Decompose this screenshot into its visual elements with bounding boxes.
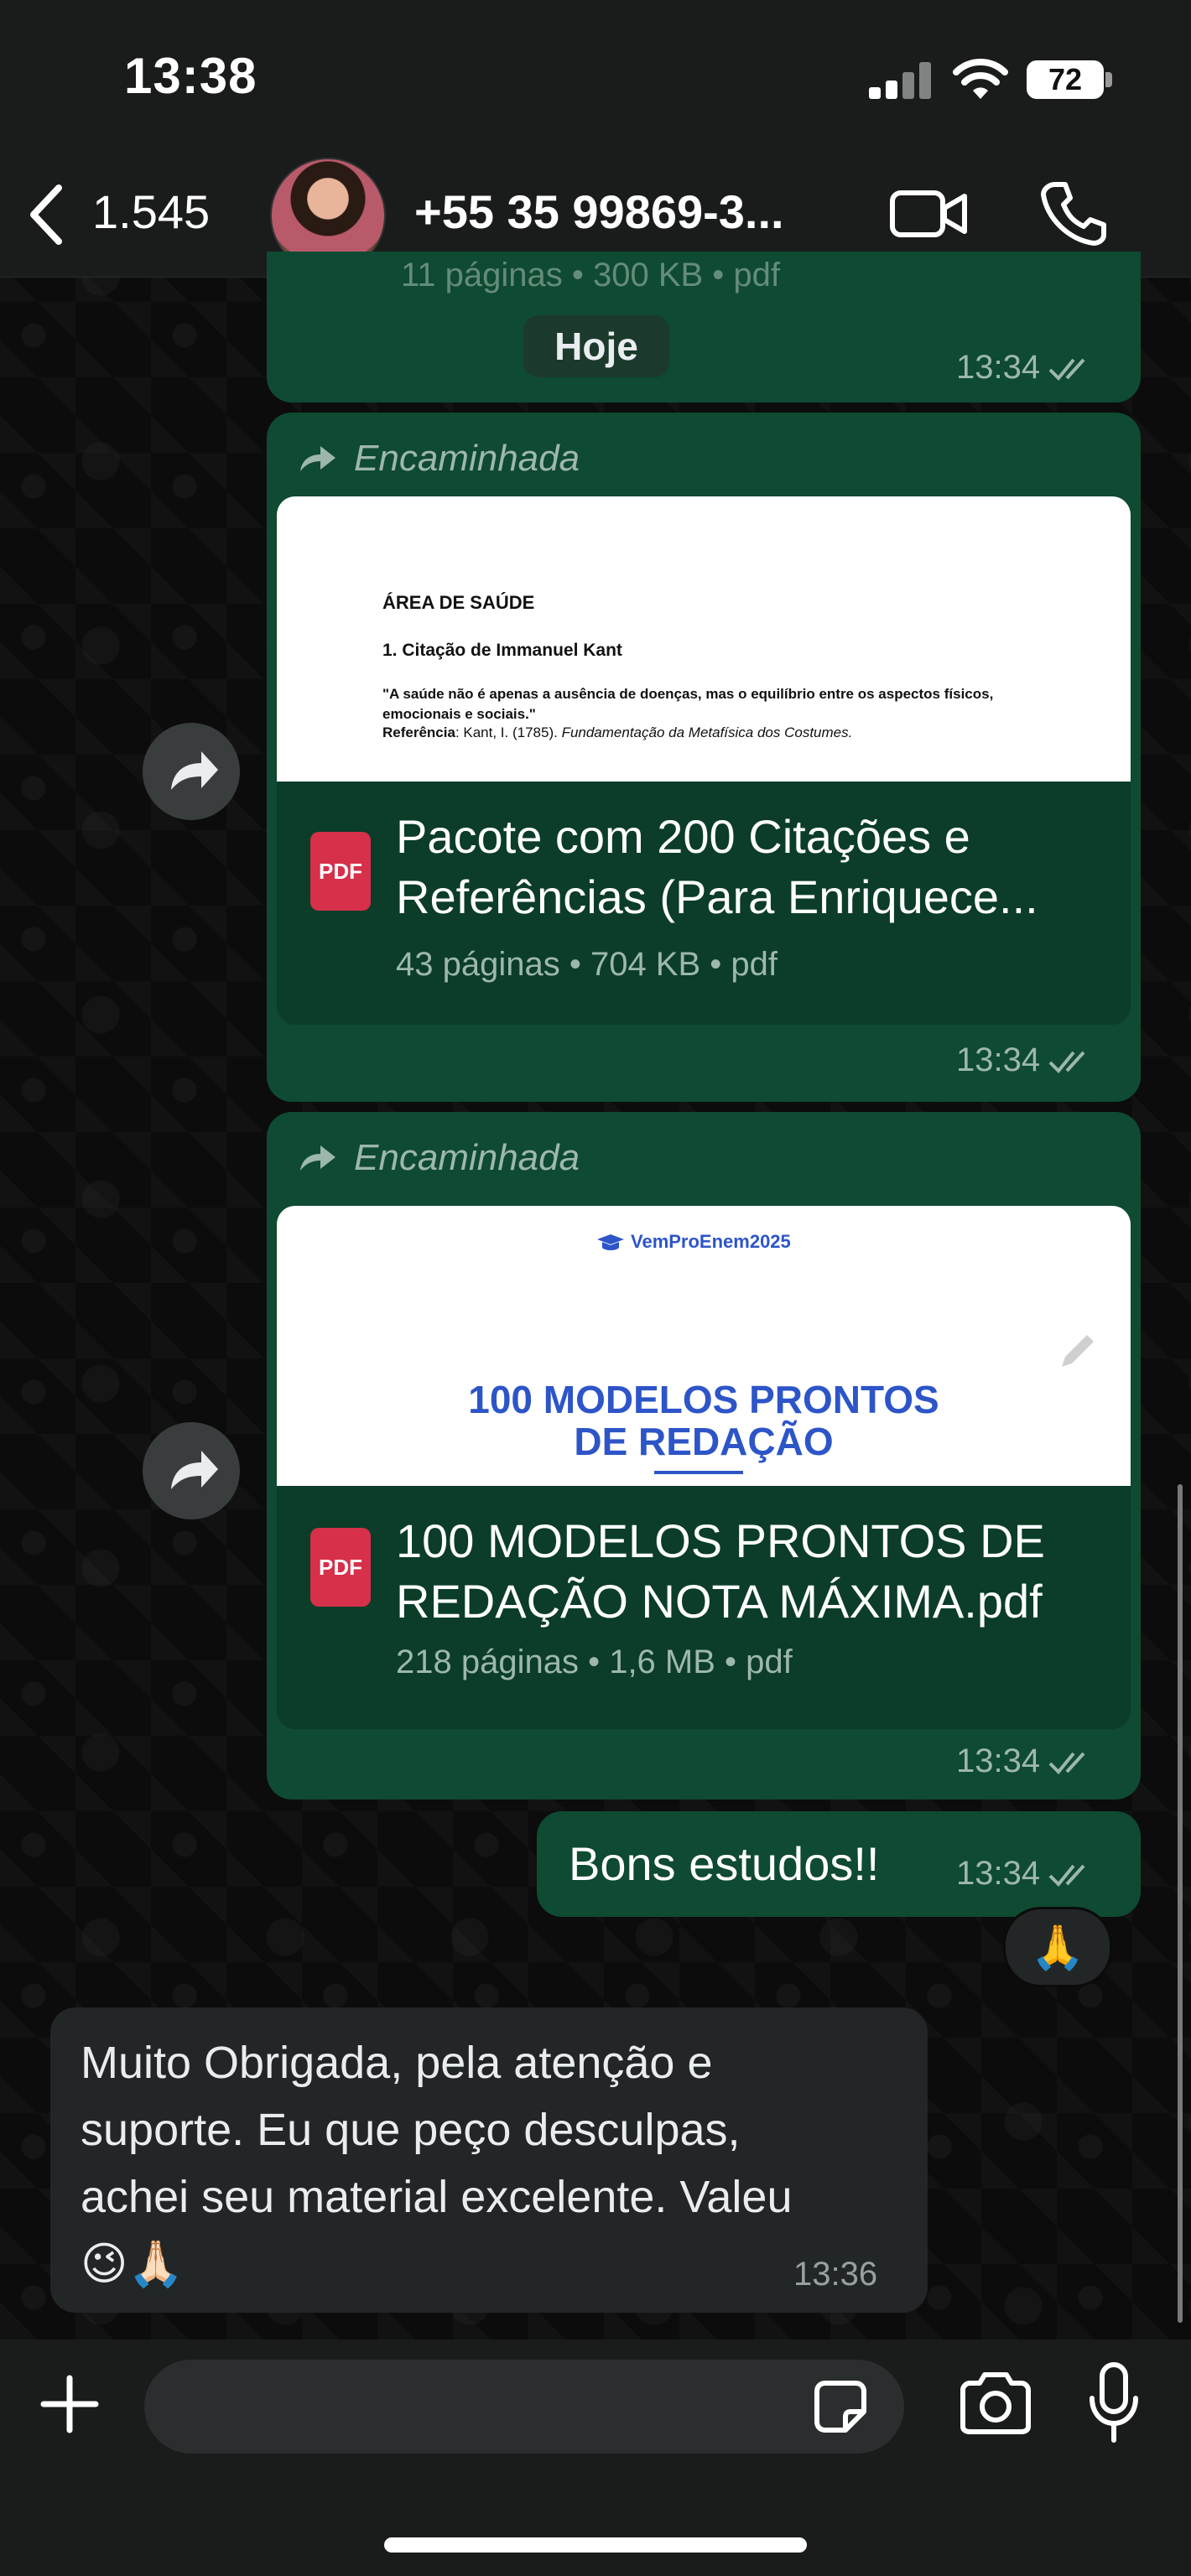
reference-text: : Kant, I. (1785). <box>455 724 562 740</box>
message-input[interactable] <box>144 2360 904 2454</box>
document-row[interactable]: PDF 100 MODELOS PRONTOS DE REDAÇÃO NOTA … <box>277 1486 1131 1729</box>
cellular-signal-icon <box>869 60 931 99</box>
reaction-badge[interactable]: 🙏 <box>1003 1907 1112 1987</box>
message-text: Bons estudos!! <box>569 1837 880 1890</box>
status-bar: 13:38 72 <box>0 0 1191 151</box>
double-check-icon <box>1048 359 1085 382</box>
share-arrow-icon <box>171 1451 218 1489</box>
message-bubble-outgoing[interactable]: Encaminhada ÁREA DE SAÚDE 1. Citação de … <box>267 413 1141 1102</box>
message-time: 13:36 <box>793 2256 878 2293</box>
preview-subheading: 1. Citação de Immanuel Kant <box>382 641 622 660</box>
message-time: 13:34 <box>956 1855 1097 1893</box>
document-title: Pacote com 200 Citações e Referências (P… <box>396 807 1038 927</box>
message-bubble-outgoing[interactable]: Bons estudos!! 13:34 <box>537 1811 1141 1917</box>
message-text: Muito Obrigada, pela atenção e suporte. … <box>81 2029 793 2298</box>
voice-call-icon[interactable] <box>1040 179 1107 247</box>
pdf-icon: PDF <box>310 1528 371 1607</box>
preview-quote: "A saúde não é apenas a ausência de doen… <box>382 686 994 722</box>
preview-brand: VemProEnem2025 <box>596 1231 791 1253</box>
document-title-line: REDAÇÃO NOTA MÁXIMA.pdf <box>396 1575 1043 1628</box>
message-line: suporte. Eu que peço desculpas, <box>81 2105 741 2155</box>
forward-share-button[interactable] <box>143 723 240 820</box>
document-row[interactable]: PDF Pacote com 200 Citações e Referência… <box>277 782 1131 1025</box>
forwarded-icon <box>300 1145 335 1171</box>
forwarded-label: Encaminhada <box>354 1137 580 1178</box>
double-check-icon <box>1048 1865 1085 1888</box>
document-title-line: 100 MODELOS PRONTOS DE <box>396 1514 1045 1567</box>
preview-title-line: 100 MODELOS PRONTOS <box>468 1378 939 1421</box>
title-underline <box>654 1471 743 1474</box>
video-call-icon[interactable] <box>889 186 968 242</box>
plus-icon[interactable] <box>39 2373 101 2435</box>
date-chip: Hoje <box>523 315 669 377</box>
message-time: 13:34 <box>956 1742 1097 1780</box>
document-title-line: Referências (Para Enriquece... <box>396 870 1038 923</box>
reference-label: Referência <box>382 724 455 740</box>
battery-icon: 72 <box>1027 60 1104 99</box>
reaction-emoji: 🙏 <box>1030 1923 1085 1972</box>
message-bubble-outgoing[interactable]: 11 páginas • 300 KB • pdf 13:34 <box>267 252 1141 402</box>
scrollbar[interactable] <box>1178 1484 1183 2323</box>
contact-name[interactable]: +55 35 99869-3... <box>414 184 784 239</box>
microphone-icon[interactable] <box>1087 2361 1141 2445</box>
graduation-cap-icon <box>597 1234 624 1251</box>
message-line: 😉🙏🏻 <box>81 2239 185 2289</box>
message-time-text: 13:34 <box>956 349 1041 386</box>
share-arrow-icon <box>171 751 218 790</box>
battery-tip <box>1105 72 1112 87</box>
document-meta: 218 páginas • 1,6 MB • pdf <box>396 1644 793 1680</box>
document-preview[interactable]: ÁREA DE SAÚDE 1. Citação de Immanuel Kan… <box>277 496 1131 782</box>
forwarded-label: Encaminhada <box>354 438 580 479</box>
battery-level: 72 <box>1048 62 1083 96</box>
clock: 13:38 <box>124 48 257 104</box>
message-line: Muito Obrigada, pela atenção e <box>81 2038 713 2088</box>
preview-title-line: DE REDAÇÃO <box>574 1420 834 1463</box>
document-meta: 43 páginas • 704 KB • pdf <box>396 946 778 983</box>
message-bubble-outgoing[interactable]: Encaminhada VemProEnem2025 100 MODELOS P… <box>267 1112 1141 1800</box>
document-title-line: Pacote com 200 Citações e <box>396 810 970 863</box>
unread-count[interactable]: 1.545 <box>92 184 210 239</box>
double-check-icon <box>1048 1052 1085 1074</box>
document-preview[interactable]: VemProEnem2025 100 MODELOS PRONTOS DE RE… <box>277 1206 1131 1486</box>
back-chevron-icon[interactable] <box>25 181 67 248</box>
home-indicator <box>384 2537 807 2553</box>
document-meta: 11 páginas • 300 KB • pdf <box>401 257 781 293</box>
message-line: achei seu material excelente. Valeu <box>81 2172 793 2222</box>
document-title: 100 MODELOS PRONTOS DE REDAÇÃO NOTA MÁXI… <box>396 1511 1045 1632</box>
preview-reference: Referência: Kant, I. (1785). Fundamentaç… <box>382 724 852 741</box>
double-check-icon <box>1048 1753 1085 1775</box>
camera-icon[interactable] <box>958 2371 1033 2435</box>
edit-pencil-icon[interactable] <box>1053 1325 1104 1375</box>
reference-italic: Fundamentação da Metafísica dos Costumes… <box>561 724 853 740</box>
message-composer <box>0 2340 1191 2576</box>
pdf-icon: PDF <box>310 832 371 911</box>
brand-name: VemProEnem2025 <box>631 1231 791 1252</box>
preview-heading: ÁREA DE SAÚDE <box>382 592 535 613</box>
message-time-text: 13:34 <box>956 1855 1041 1892</box>
message-time-text: 13:34 <box>956 1742 1041 1779</box>
message-time: 13:34 <box>956 1041 1097 1079</box>
forward-share-button[interactable] <box>143 1422 240 1519</box>
message-time-text: 13:34 <box>956 1041 1041 1078</box>
forwarded-icon <box>300 446 335 471</box>
message-time: 13:34 <box>956 349 1097 387</box>
message-bubble-incoming[interactable]: Muito Obrigada, pela atenção e suporte. … <box>50 2007 928 2313</box>
wifi-icon <box>953 59 1008 99</box>
sticker-icon[interactable] <box>809 2375 872 2438</box>
